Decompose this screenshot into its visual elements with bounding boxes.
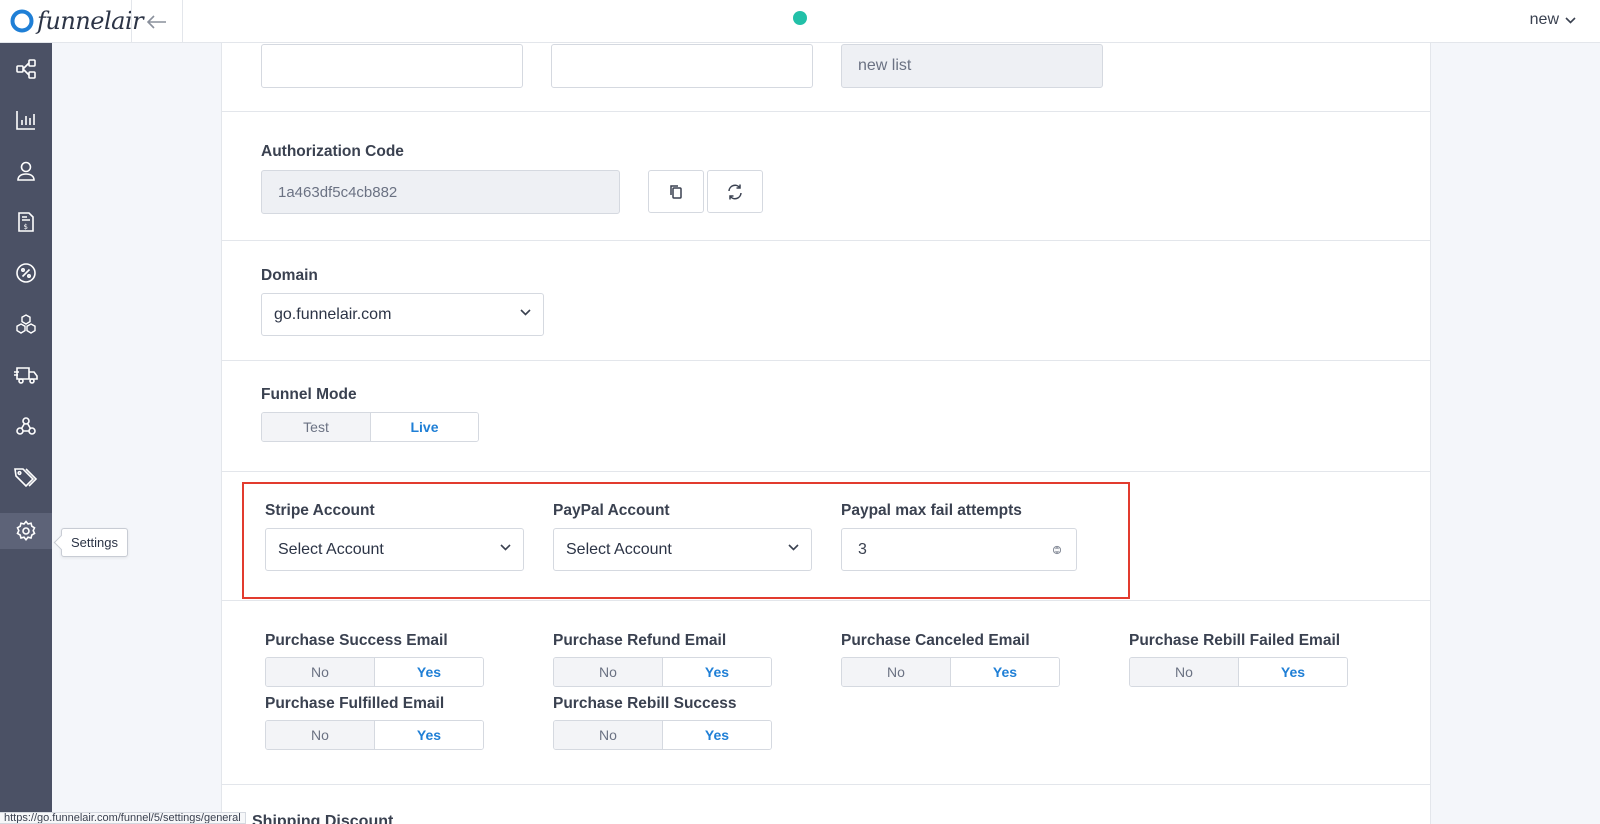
logo-text: funnelair xyxy=(37,7,144,35)
top-bar: funnelair new xyxy=(0,0,1600,43)
sidebar-item-discounts[interactable] xyxy=(0,255,52,291)
settings-tooltip: Settings xyxy=(61,528,128,557)
purchase-fulfilled-email-toggle: No Yes xyxy=(265,720,484,750)
highlight-box xyxy=(242,482,1130,599)
toggle-no-option[interactable]: No xyxy=(842,658,950,686)
funnel-mode-live-option[interactable]: Live xyxy=(370,413,478,441)
divider xyxy=(222,600,1430,601)
shipping-discount-heading: Shipping Discount xyxy=(252,813,394,824)
toggle-no-option[interactable]: No xyxy=(266,658,374,686)
divider xyxy=(222,240,1430,241)
sidebar-item-funnels[interactable] xyxy=(0,51,52,87)
sidebar-item-analytics[interactable] xyxy=(0,102,52,138)
share-nodes-icon xyxy=(16,59,36,79)
discount-badge-icon xyxy=(16,263,36,283)
tags-icon xyxy=(14,468,38,488)
boxes-icon xyxy=(16,314,36,334)
purchase-rebill-success-toggle: No Yes xyxy=(553,720,772,750)
logo-icon xyxy=(10,9,34,33)
toggle-no-option[interactable]: No xyxy=(1130,658,1238,686)
domain-label: Domain xyxy=(261,267,318,284)
purchase-refund-email-toggle: No Yes xyxy=(553,657,772,687)
domain-value: go.funnelair.com xyxy=(274,305,392,323)
copy-icon xyxy=(670,184,682,199)
refresh-icon xyxy=(728,184,742,199)
status-indicator xyxy=(793,11,807,25)
svg-text:$: $ xyxy=(24,223,28,231)
sidebar-item-settings[interactable] xyxy=(0,513,52,549)
sidebar-item-tags[interactable] xyxy=(0,459,52,495)
purchase-canceled-email-toggle: No Yes xyxy=(841,657,1060,687)
purchase-rebill-failed-email-toggle: No Yes xyxy=(1129,657,1348,687)
toggle-no-option[interactable]: No xyxy=(554,721,662,749)
user-icon xyxy=(17,161,35,181)
status-bar-url: https://go.funnelair.com/funnel/5/settin… xyxy=(0,812,246,824)
email-setting-label: Purchase Rebill Success xyxy=(553,695,737,712)
bar-chart-icon xyxy=(16,111,35,130)
toggle-no-option[interactable]: No xyxy=(266,721,374,749)
gear-icon xyxy=(16,520,36,541)
toggle-yes-option[interactable]: Yes xyxy=(662,658,771,686)
copy-code-button[interactable] xyxy=(648,170,704,213)
toggle-yes-option[interactable]: Yes xyxy=(374,721,483,749)
user-menu[interactable]: new xyxy=(1530,11,1576,29)
email-setting-label: Purchase Rebill Failed Email xyxy=(1129,632,1341,649)
sidebar-item-webhooks[interactable] xyxy=(0,408,52,444)
back-button[interactable] xyxy=(131,0,183,43)
authorization-code-label: Authorization Code xyxy=(261,143,404,160)
purchase-success-email-toggle: No Yes xyxy=(265,657,484,687)
email-setting-label: Purchase Fulfilled Email xyxy=(265,695,445,712)
divider xyxy=(222,111,1430,112)
toggle-yes-option[interactable]: Yes xyxy=(374,658,483,686)
sidebar: $ xyxy=(0,43,52,824)
sidebar-item-contacts[interactable] xyxy=(0,153,52,189)
divider xyxy=(222,471,1430,472)
email-setting-label: Purchase Success Email xyxy=(265,632,448,649)
email-setting-label: Purchase Refund Email xyxy=(553,632,727,649)
domain-select[interactable]: go.funnelair.com xyxy=(261,293,544,336)
toggle-yes-option[interactable]: Yes xyxy=(662,721,771,749)
chevron-down-icon xyxy=(1565,16,1576,24)
toggle-yes-option[interactable]: Yes xyxy=(950,658,1059,686)
invoice-icon: $ xyxy=(18,212,34,232)
truck-icon xyxy=(14,367,38,384)
sidebar-item-products[interactable] xyxy=(0,306,52,342)
toggle-no-option[interactable]: No xyxy=(554,658,662,686)
authorization-code-field: 1a463df5c4cb882 xyxy=(261,170,620,214)
sidebar-item-invoices[interactable]: $ xyxy=(0,204,52,240)
arrow-left-icon xyxy=(147,14,166,29)
user-name: new xyxy=(1529,11,1559,28)
sidebar-item-shipping[interactable] xyxy=(0,357,52,393)
funnel-mode-label: Funnel Mode xyxy=(261,386,357,403)
regenerate-code-button[interactable] xyxy=(707,170,763,213)
list-name-field: new list xyxy=(841,44,1103,88)
funnel-settings-card: new list Authorization Code 1a463df5c4cb… xyxy=(221,43,1431,824)
funnel-mode-toggle: Test Live xyxy=(261,412,479,442)
funnelair-logo[interactable]: funnelair xyxy=(10,7,144,35)
chevron-down-icon xyxy=(520,309,531,316)
top-field-1[interactable] xyxy=(261,44,523,88)
top-field-2[interactable] xyxy=(551,44,813,88)
divider xyxy=(222,784,1430,785)
email-setting-label: Purchase Canceled Email xyxy=(841,632,1030,649)
webhook-icon xyxy=(16,417,36,435)
funnel-mode-test-option[interactable]: Test xyxy=(262,413,370,441)
divider xyxy=(222,360,1430,361)
toggle-yes-option[interactable]: Yes xyxy=(1238,658,1347,686)
